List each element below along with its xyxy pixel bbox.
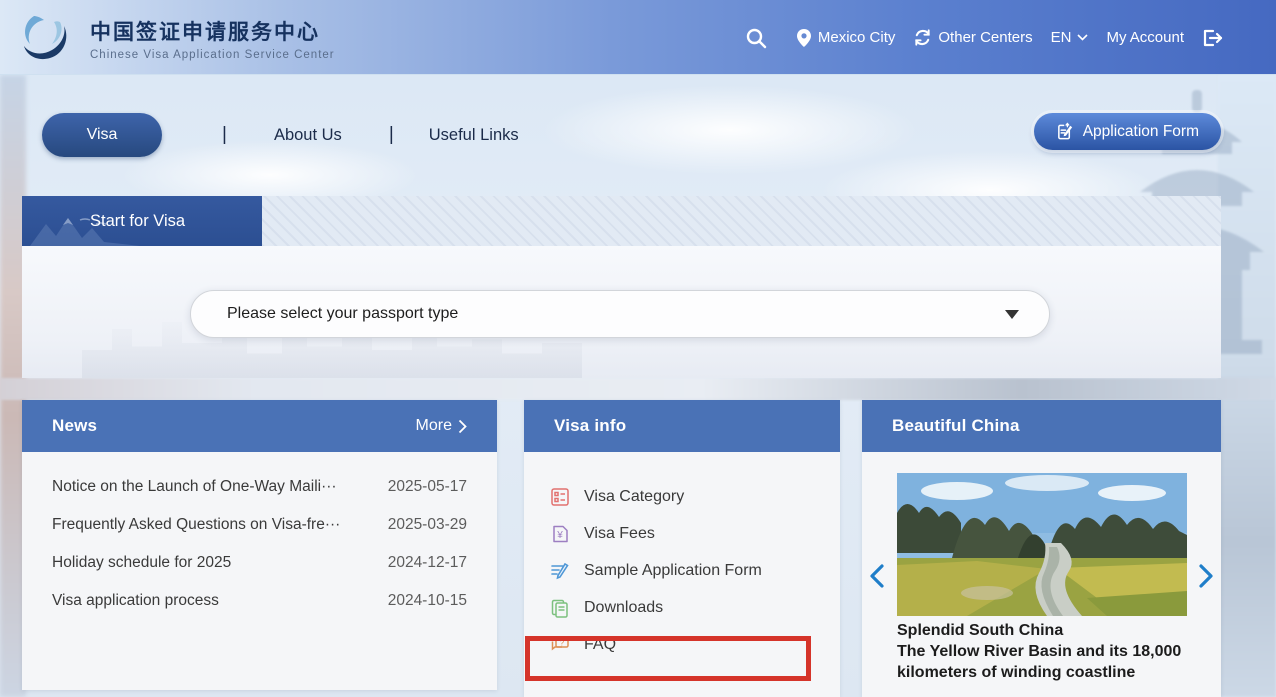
main-nav: Visa | About Us | Useful Links <box>42 113 519 157</box>
current-center-selector[interactable]: Mexico City <box>796 28 896 48</box>
beautiful-china-panel: Beautiful China <box>862 400 1221 697</box>
beautiful-china-panel-header: Beautiful China <box>862 400 1221 452</box>
visa-info-panel-header: Visa info <box>524 400 840 452</box>
photo-caption[interactable]: Splendid South China The Yellow River Ba… <box>897 620 1189 683</box>
application-form-label: Application Form <box>1083 123 1199 141</box>
location-pin-icon <box>796 28 812 48</box>
visa-info-item-label: Visa Category <box>584 488 684 506</box>
carousel-next-button[interactable] <box>1199 564 1213 588</box>
logo-swoosh-icon <box>20 12 76 64</box>
language-selector[interactable]: EN <box>1051 29 1089 46</box>
news-panel-header: News More <box>22 400 497 452</box>
svg-text:¥: ¥ <box>556 530 563 541</box>
chevron-down-icon <box>1077 34 1088 41</box>
site-title-chinese: 中国签证申请服务中心 <box>90 16 335 46</box>
header: 中国签证申请服务中心 Chinese Visa Application Serv… <box>0 0 1276 75</box>
logo-text: 中国签证申请服务中心 Chinese Visa Application Serv… <box>90 16 335 61</box>
news-item[interactable]: Notice on the Launch of One-Way Maili···… <box>52 478 467 516</box>
visa-info-item-sample-application-form[interactable]: Sample Application Form <box>550 552 840 589</box>
tab-about-us[interactable]: About Us <box>274 126 342 145</box>
visa-info-item-visa-category[interactable]: Visa Category <box>550 478 840 515</box>
news-item-title: Holiday schedule for 2025 <box>52 554 231 572</box>
news-item-date: 2025-05-17 <box>388 478 467 496</box>
downloads-icon <box>550 598 570 618</box>
visa-info-item-faq[interactable]: ? FAQ <box>550 626 840 663</box>
search-icon <box>744 26 768 50</box>
language-label: EN <box>1051 29 1072 46</box>
visa-fees-icon: ¥ <box>550 524 570 544</box>
site-title-english: Chinese Visa Application Service Center <box>90 49 335 61</box>
news-item[interactable]: Frequently Asked Questions on Visa-fre··… <box>52 516 467 554</box>
news-panel-title: News <box>52 416 97 436</box>
passport-type-select-value: Please select your passport type <box>227 305 1005 323</box>
tab-useful-links[interactable]: Useful Links <box>429 126 519 145</box>
caret-down-icon <box>1005 310 1019 319</box>
application-form-button[interactable]: Application Form <box>1034 113 1221 150</box>
news-item-title: Frequently Asked Questions on Visa-fre··… <box>52 516 340 534</box>
other-centers-link[interactable]: Other Centers <box>913 28 1032 47</box>
visa-info-item-label: Downloads <box>584 599 663 617</box>
chevron-left-icon <box>870 564 884 588</box>
background-blur-band <box>0 378 1276 400</box>
logout-icon <box>1202 28 1224 48</box>
visa-info-panel: Visa info Visa Category ¥ Visa Fees <box>524 400 840 697</box>
visa-info-item-label: FAQ <box>584 636 616 654</box>
header-menu: Mexico City Other Centers EN My Account <box>744 0 1224 75</box>
my-account-label: My Account <box>1106 29 1184 46</box>
visa-info-list: Visa Category ¥ Visa Fees Sample Applica… <box>524 452 840 663</box>
application-form-icon <box>1056 122 1075 141</box>
news-panel: News More Notice on the Launch of One-Wa… <box>22 400 497 690</box>
news-item-date: 2024-12-17 <box>388 554 467 572</box>
passport-type-select[interactable]: Please select your passport type <box>190 290 1050 338</box>
passport-select-panel: Please select your passport type <box>22 246 1221 378</box>
carousel-photo[interactable] <box>897 473 1187 616</box>
news-item-title: Notice on the Launch of One-Way Maili··· <box>52 478 337 496</box>
faq-icon: ? <box>550 635 570 655</box>
sample-application-form-icon <box>550 561 570 581</box>
chevron-right-icon <box>458 419 467 434</box>
tab-visa-label: Visa <box>87 126 118 144</box>
current-city-label: Mexico City <box>818 29 896 46</box>
my-account-link[interactable]: My Account <box>1106 29 1184 46</box>
news-list: Notice on the Launch of One-Way Maili···… <box>22 452 497 630</box>
search-button[interactable] <box>744 26 768 50</box>
news-item[interactable]: Visa application process 2024-10-15 <box>52 592 467 630</box>
news-more-link[interactable]: More <box>416 417 467 435</box>
site-logo[interactable]: 中国签证申请服务中心 Chinese Visa Application Serv… <box>20 12 335 64</box>
logout-button[interactable] <box>1202 28 1224 48</box>
nav-separator: | <box>222 124 227 146</box>
nav-separator: | <box>389 124 394 146</box>
visa-info-item-visa-fees[interactable]: ¥ Visa Fees <box>550 515 840 552</box>
chevron-right-icon <box>1199 564 1213 588</box>
start-for-visa-label: Start for Visa <box>90 212 185 231</box>
news-item-date: 2025-03-29 <box>388 516 467 534</box>
visa-info-item-label: Visa Fees <box>584 525 655 543</box>
visa-category-icon <box>550 487 570 507</box>
svg-text:?: ? <box>560 638 565 647</box>
landscape-photo-illustration <box>897 473 1187 616</box>
visa-info-item-label: Sample Application Form <box>584 562 762 580</box>
photo-caption-title: Splendid South China <box>897 620 1189 641</box>
news-item[interactable]: Holiday schedule for 2025 2024-12-17 <box>52 554 467 592</box>
visa-info-item-downloads[interactable]: Downloads <box>550 589 840 626</box>
switch-centers-icon <box>913 28 932 47</box>
news-item-date: 2024-10-15 <box>388 592 467 610</box>
other-centers-label: Other Centers <box>938 29 1032 46</box>
news-item-title: Visa application process <box>52 592 219 610</box>
page: 中国签证申请服务中心 Chinese Visa Application Serv… <box>0 0 1276 697</box>
beautiful-china-panel-title: Beautiful China <box>892 416 1020 436</box>
carousel-prev-button[interactable] <box>870 564 884 588</box>
tab-start-for-visa[interactable]: Start for Visa <box>22 196 262 246</box>
tab-visa[interactable]: Visa <box>42 113 162 157</box>
start-section-pattern-strip <box>262 196 1221 246</box>
news-more-label: More <box>416 417 452 435</box>
visa-info-panel-title: Visa info <box>554 416 626 436</box>
photo-caption-text: The Yellow River Basin and its 18,000 ki… <box>897 641 1189 683</box>
beautiful-china-carousel: Splendid South China The Yellow River Ba… <box>862 452 1221 697</box>
